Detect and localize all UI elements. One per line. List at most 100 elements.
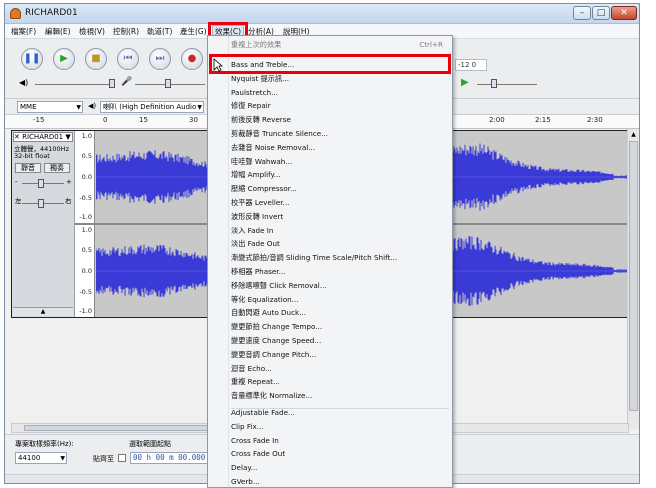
- menu-item-plugin-effect[interactable]: Delay...: [231, 461, 449, 474]
- selection-start-label: 選取範圍起點: [129, 440, 171, 448]
- menu-item-effect[interactable]: 淡入 Fade In: [231, 224, 449, 237]
- horizontal-scroll-thumb[interactable]: [24, 425, 224, 431]
- skip-to-start-button[interactable]: ⏮: [117, 48, 139, 70]
- track-name-bar[interactable]: ✕ RICHARD01 ▼: [13, 132, 73, 142]
- menu-item-effect[interactable]: 重複 Repeat...: [231, 375, 449, 388]
- chevron-down-icon[interactable]: ▼: [65, 133, 70, 141]
- axis-label: 0.0: [81, 173, 92, 181]
- menu-item-effect[interactable]: 剪裁靜音 Truncate Silence...: [231, 127, 449, 140]
- close-button[interactable]: ✕: [611, 6, 637, 20]
- speaker-icon: ◀): [19, 78, 29, 87]
- menu-item-effect[interactable]: 音量標準化 Normalize...: [231, 389, 449, 402]
- ruler-tick: -15: [33, 116, 45, 124]
- menu-item-repeat-last-effect[interactable]: 重複上次的效果 Ctrl+R: [231, 38, 449, 51]
- menu-item-plugin-effect[interactable]: GVerb...: [231, 475, 449, 487]
- playback-speed-slider[interactable]: [491, 79, 497, 88]
- output-device-select[interactable]: 喇叭 (High Definition Audio ▼: [100, 101, 204, 113]
- menu-edit[interactable]: 編輯(E): [45, 26, 71, 37]
- collapse-track-button[interactable]: ▲: [13, 307, 73, 316]
- chevron-down-icon: ▼: [76, 104, 81, 111]
- selection-start-time[interactable]: 00 h 00 m 00.000: [130, 452, 210, 464]
- collapse-icon: ▲: [40, 308, 46, 315]
- axis-label: 0.0: [81, 267, 92, 275]
- project-rate-label: 專案取樣頻率(Hz):: [15, 440, 74, 448]
- menu-item-effect[interactable]: 校平器 Leveller...: [231, 196, 449, 209]
- menu-item-effect[interactable]: 壓縮 Compressor...: [231, 182, 449, 195]
- axis-label: 1.0: [81, 132, 92, 140]
- minimize-button[interactable]: –: [573, 6, 591, 20]
- level-meter-readout: -12 0: [455, 59, 487, 71]
- skip-to-end-button[interactable]: ⏭: [149, 48, 171, 70]
- menu-item-effect[interactable]: 哇哇聲 Wahwah...: [231, 155, 449, 168]
- menu-file[interactable]: 檔案(F): [11, 26, 36, 37]
- amplitude-axis-top: 1.0 0.5 0.0 -0.5 -1.0: [75, 131, 95, 223]
- vertical-scroll-thumb[interactable]: [629, 141, 638, 411]
- gain-slider[interactable]: [38, 179, 44, 188]
- input-volume-slider[interactable]: [165, 79, 171, 88]
- title-bar: RICHARD01 – □ ✕: [5, 4, 639, 24]
- menu-item-effect[interactable]: 波形反轉 Invert: [231, 210, 449, 223]
- menu-item-plugin-effect[interactable]: Cross Fade In: [231, 434, 449, 447]
- project-rate-value: 44100: [18, 454, 41, 462]
- menu-item-effect[interactable]: 去雜音 Noise Removal...: [231, 141, 449, 154]
- pause-button[interactable]: ❚❚: [21, 48, 43, 70]
- pan-right-label: 右: [65, 197, 72, 205]
- menu-item-effect[interactable]: 漸變式節拍/音調 Sliding Time Scale/Pitch Shift.…: [231, 251, 449, 264]
- menu-item-effect[interactable]: 變更節拍 Change Tempo...: [231, 320, 449, 333]
- menu-item-effect[interactable]: 變更音調 Change Pitch...: [231, 348, 449, 361]
- pan-slider[interactable]: [38, 199, 44, 208]
- effect-menu-dropdown: 重複上次的效果 Ctrl+R Bass and Treble... Nyquist…: [207, 35, 453, 488]
- menu-item-effect[interactable]: 修復 Repair: [231, 99, 449, 112]
- vertical-scrollbar[interactable]: ▲: [627, 129, 639, 429]
- stop-button[interactable]: ■: [85, 48, 107, 70]
- axis-label: -0.5: [79, 288, 92, 296]
- mute-button[interactable]: 靜音: [15, 163, 41, 173]
- track-bit-depth: 32-bit float: [14, 152, 50, 160]
- menu-item-effect[interactable]: 變更速度 Change Speed...: [231, 334, 449, 347]
- output-device-value: 喇叭 (High Definition Audio: [103, 103, 197, 111]
- snap-to-checkbox[interactable]: [118, 454, 126, 462]
- menu-item-plugin-effect[interactable]: Cross Fade Out: [231, 447, 449, 460]
- menu-view[interactable]: 檢視(V): [79, 26, 105, 37]
- output-volume-slider[interactable]: [109, 79, 115, 88]
- menu-tracks[interactable]: 軌道(T): [147, 26, 172, 37]
- menu-item-effect[interactable]: 移相器 Phaser...: [231, 265, 449, 278]
- axis-label: -1.0: [79, 213, 92, 221]
- menu-item-effect[interactable]: Paulstretch...: [231, 86, 449, 99]
- menu-item-effect[interactable]: 增幅 Amplify...: [231, 168, 449, 181]
- menu-item-effect[interactable]: 前後反轉 Reverse: [231, 113, 449, 126]
- axis-label: -1.0: [79, 307, 92, 315]
- window-title: RICHARD01: [25, 8, 78, 18]
- chevron-down-icon: ▼: [197, 104, 202, 111]
- menu-item-effect[interactable]: 自動閃避 Auto Duck...: [231, 306, 449, 319]
- axis-label: 0.5: [81, 246, 92, 254]
- project-rate-select[interactable]: 44100 ▼: [15, 452, 67, 464]
- ruler-tick: 15: [139, 116, 148, 124]
- play-button[interactable]: ▶: [53, 48, 75, 70]
- menu-item-effect[interactable]: 移除喀嚓聲 Click Removal...: [231, 279, 449, 292]
- menu-item-plugin-effect[interactable]: Adjustable Fade...: [231, 406, 449, 419]
- ruler-tick: 0: [103, 116, 108, 124]
- menu-item-plugin-effect[interactable]: Clip Fix...: [231, 420, 449, 433]
- maximize-button[interactable]: □: [592, 6, 610, 20]
- menu-generate[interactable]: 產生(G): [180, 26, 207, 37]
- menu-icon-gutter: [228, 36, 229, 487]
- track-control-panel: ✕ RICHARD01 ▼ 立體聲，44100Hz 32-bit float 靜…: [12, 131, 75, 317]
- close-icon[interactable]: ✕: [14, 133, 20, 141]
- menu-item-shortcut: Ctrl+R: [419, 40, 443, 49]
- menu-item-label: 重複上次的效果: [231, 40, 282, 49]
- gain-plus-label: +: [66, 178, 72, 186]
- menu-item-effect[interactable]: 淡出 Fade Out: [231, 237, 449, 250]
- scroll-up-icon[interactable]: ▲: [629, 131, 638, 139]
- solo-button[interactable]: 獨奏: [44, 163, 70, 173]
- menu-item-effect[interactable]: 迴音 Echo...: [231, 362, 449, 375]
- ruler-tick: 30: [189, 116, 198, 124]
- menu-transport[interactable]: 控制(R): [113, 26, 139, 37]
- menu-item-effect[interactable]: 等化 Equalization...: [231, 293, 449, 306]
- record-button[interactable]: ●: [181, 48, 203, 70]
- play-at-speed-icon[interactable]: ▶: [461, 77, 469, 88]
- chevron-down-icon: ▼: [60, 455, 65, 462]
- audio-host-select[interactable]: MME ▼: [17, 101, 83, 113]
- ruler-tick: 2:15: [535, 116, 551, 124]
- amplitude-axis-bottom: 1.0 0.5 0.0 -0.5 -1.0: [75, 225, 95, 317]
